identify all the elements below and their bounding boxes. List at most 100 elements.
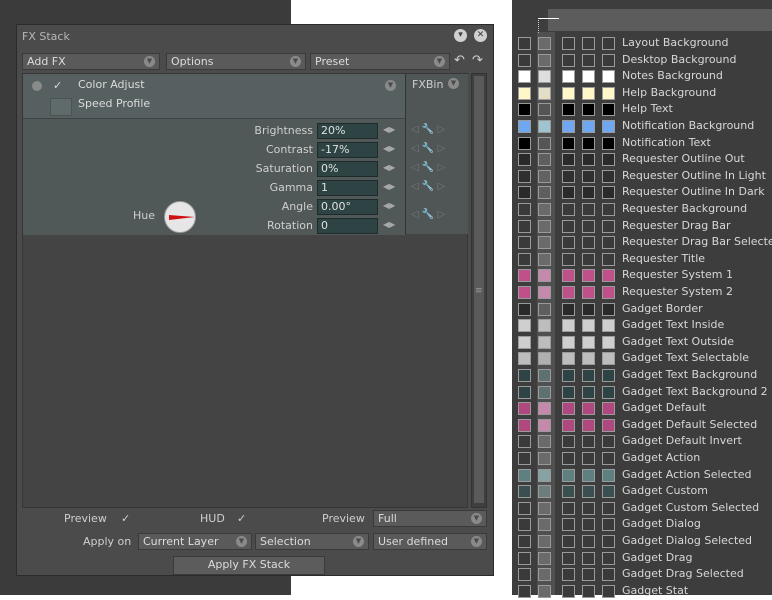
color-row[interactable]: Notification Background (518, 118, 772, 135)
color-swatch[interactable] (538, 452, 551, 465)
color-swatch[interactable] (538, 468, 551, 482)
color-row[interactable]: Gadget Default Selected (518, 417, 772, 434)
color-swatch[interactable] (518, 186, 531, 200)
color-swatch[interactable] (562, 153, 575, 167)
color-swatch[interactable] (562, 86, 575, 100)
color-row[interactable]: Gadget Text Selectable (518, 350, 772, 367)
color-swatch[interactable] (538, 86, 551, 100)
spin-icon[interactable]: ◀▶ (383, 220, 395, 229)
color-swatch[interactable] (602, 136, 615, 150)
enabled-check-icon[interactable]: ✓ (53, 79, 62, 92)
color-swatch[interactable] (582, 369, 595, 382)
color-swatch[interactable] (582, 136, 595, 150)
color-swatch[interactable] (518, 70, 531, 84)
apply-fx-stack-button[interactable]: Apply FX Stack (173, 556, 325, 575)
brightness-input[interactable]: 20% (317, 123, 378, 139)
color-swatch[interactable] (602, 352, 615, 366)
color-swatch[interactable] (602, 120, 615, 133)
color-swatch[interactable] (518, 53, 531, 67)
color-swatch[interactable] (602, 468, 615, 482)
color-swatch[interactable] (562, 136, 575, 150)
color-swatch[interactable] (518, 136, 531, 150)
color-swatch[interactable] (518, 169, 531, 183)
color-swatch[interactable] (582, 70, 595, 84)
color-swatch[interactable] (582, 120, 595, 133)
color-row[interactable]: Gadget Default (518, 400, 772, 417)
color-swatch[interactable] (582, 286, 595, 299)
color-swatch[interactable] (562, 385, 575, 399)
color-swatch[interactable] (518, 568, 531, 582)
color-row[interactable]: Gadget Text Background (518, 367, 772, 384)
color-row[interactable]: Help Background (518, 85, 772, 102)
contrast-input[interactable]: -17% (317, 142, 378, 158)
color-row[interactable]: Requester System 2 (518, 284, 772, 301)
color-swatch[interactable] (602, 219, 615, 233)
color-swatch[interactable] (582, 335, 595, 349)
color-swatch[interactable] (538, 269, 551, 283)
color-swatch[interactable] (602, 335, 615, 349)
color-row[interactable]: Requester System 1 (518, 267, 772, 284)
color-swatch[interactable] (562, 335, 575, 349)
color-swatch[interactable] (538, 501, 551, 515)
color-swatch[interactable] (538, 335, 551, 349)
color-swatch[interactable] (518, 452, 531, 465)
preset-dropdown[interactable]: Preset ▼ (310, 53, 450, 70)
preview-check-icon[interactable]: ✓ (121, 512, 130, 525)
color-swatch[interactable] (602, 452, 615, 465)
color-row[interactable]: Requester Drag Bar (518, 218, 772, 235)
color-swatch[interactable] (602, 153, 615, 167)
color-swatch[interactable] (562, 468, 575, 482)
color-row[interactable]: Help Text (518, 101, 772, 118)
color-swatch[interactable] (538, 53, 551, 67)
color-swatch[interactable] (538, 584, 551, 598)
color-swatch[interactable] (538, 186, 551, 200)
color-swatch[interactable] (602, 236, 615, 250)
color-row[interactable]: Gadget Dialog Selected (518, 533, 772, 550)
color-swatch[interactable] (518, 385, 531, 399)
color-swatch[interactable] (582, 37, 595, 50)
color-swatch[interactable] (582, 103, 595, 117)
color-swatch[interactable] (518, 86, 531, 100)
color-swatch[interactable] (538, 551, 551, 565)
color-swatch[interactable] (602, 535, 615, 548)
saturation-input[interactable]: 0% (317, 161, 378, 177)
color-swatch[interactable] (538, 385, 551, 399)
color-swatch[interactable] (582, 485, 595, 499)
color-swatch[interactable] (538, 286, 551, 299)
color-swatch[interactable] (602, 203, 615, 216)
color-swatch[interactable] (582, 418, 595, 432)
color-swatch[interactable] (538, 402, 551, 416)
preview-mode-dropdown[interactable]: Full ▼ (373, 510, 487, 527)
color-swatch[interactable] (538, 518, 551, 532)
color-row[interactable]: Gadget Custom Selected (518, 500, 772, 517)
color-swatch[interactable] (562, 120, 575, 133)
color-swatch[interactable] (562, 236, 575, 250)
keyframe-icon[interactable]: ◁ 🔧 ▷ (411, 181, 445, 192)
effect-header[interactable]: ✓ Color Adjust ▼ Speed Profile (23, 74, 405, 118)
color-swatch[interactable] (538, 136, 551, 150)
collapse-icon[interactable]: ▾ (454, 29, 467, 42)
color-swatch[interactable] (538, 319, 551, 333)
color-swatch[interactable] (518, 584, 531, 598)
color-swatch[interactable] (538, 568, 551, 582)
spin-icon[interactable]: ◀▶ (383, 125, 395, 134)
color-swatch[interactable] (582, 252, 595, 266)
color-row[interactable]: Layout Background (518, 35, 772, 52)
color-swatch[interactable] (562, 584, 575, 598)
color-swatch[interactable] (518, 418, 531, 432)
color-swatch[interactable] (582, 319, 595, 333)
color-swatch[interactable] (602, 584, 615, 598)
color-row[interactable]: Gadget Text Outside (518, 334, 772, 351)
color-swatch[interactable] (582, 452, 595, 465)
color-swatch[interactable] (538, 302, 551, 316)
color-swatch[interactable] (582, 203, 595, 216)
color-swatch[interactable] (562, 169, 575, 183)
color-swatch[interactable] (538, 236, 551, 250)
color-swatch[interactable] (562, 37, 575, 50)
color-swatch[interactable] (538, 418, 551, 432)
color-swatch[interactable] (562, 70, 575, 84)
color-swatch[interactable] (518, 319, 531, 333)
color-swatch[interactable] (602, 518, 615, 532)
color-swatch[interactable] (562, 418, 575, 432)
gamma-input[interactable]: 1 (317, 180, 378, 196)
